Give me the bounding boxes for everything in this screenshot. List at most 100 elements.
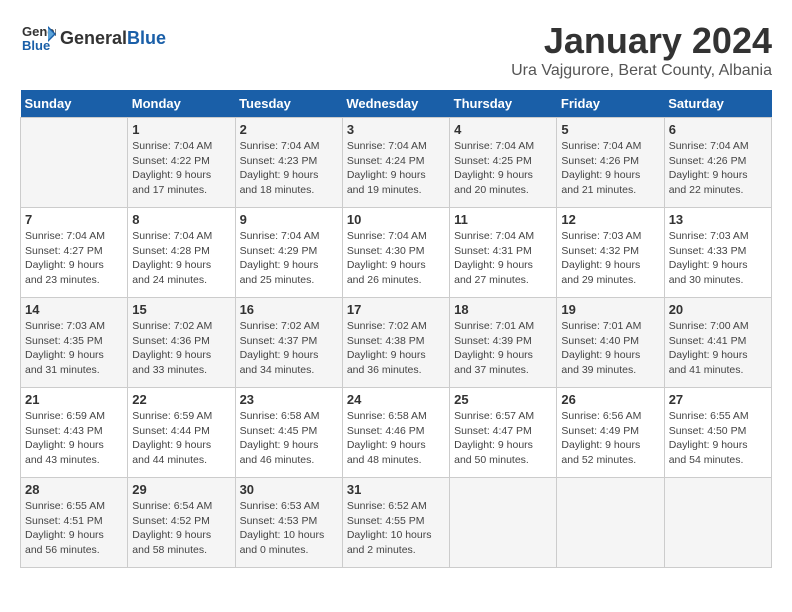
day-info: Sunrise: 7:04 AM Sunset: 4:31 PM Dayligh… [454, 229, 552, 288]
calendar-cell: 7Sunrise: 7:04 AM Sunset: 4:27 PM Daylig… [21, 208, 128, 298]
weekday-header-tuesday: Tuesday [235, 90, 342, 118]
logo: General Blue General Blue [20, 20, 166, 56]
calendar-cell: 10Sunrise: 7:04 AM Sunset: 4:30 PM Dayli… [342, 208, 449, 298]
day-number: 5 [561, 122, 659, 137]
calendar-cell [21, 118, 128, 208]
header: General Blue General Blue January 2024 Ur… [20, 20, 772, 80]
day-info: Sunrise: 7:04 AM Sunset: 4:22 PM Dayligh… [132, 139, 230, 198]
svg-text:Blue: Blue [22, 38, 50, 53]
day-info: Sunrise: 7:02 AM Sunset: 4:38 PM Dayligh… [347, 319, 445, 378]
logo-icon: General Blue [20, 20, 56, 56]
day-number: 22 [132, 392, 230, 407]
day-number: 3 [347, 122, 445, 137]
day-number: 21 [25, 392, 123, 407]
calendar-body: 1 Sunrise: 7:04 AM Sunset: 4:22 PM Daylig… [21, 118, 772, 568]
day-number: 18 [454, 302, 552, 317]
day-info: Sunrise: 7:04 AM Sunset: 4:25 PM Dayligh… [454, 139, 552, 198]
day-info: Sunrise: 6:59 AM Sunset: 4:44 PM Dayligh… [132, 409, 230, 468]
calendar-cell [450, 478, 557, 568]
calendar-cell: 1 Sunrise: 7:04 AM Sunset: 4:22 PM Daylig… [128, 118, 235, 208]
day-number: 6 [669, 122, 767, 137]
calendar-cell: 22 Sunrise: 6:59 AM Sunset: 4:44 PM Dayli… [128, 388, 235, 478]
day-info: Sunrise: 7:04 AM Sunset: 4:29 PM Dayligh… [240, 229, 338, 288]
calendar-cell: 11 Sunrise: 7:04 AM Sunset: 4:31 PM Dayli… [450, 208, 557, 298]
calendar-cell: 17 Sunrise: 7:02 AM Sunset: 4:38 PM Dayli… [342, 298, 449, 388]
day-number: 11 [454, 212, 552, 227]
day-info: Sunrise: 6:54 AM Sunset: 4:52 PM Dayligh… [132, 499, 230, 558]
day-info: Sunrise: 7:01 AM Sunset: 4:39 PM Dayligh… [454, 319, 552, 378]
day-info: Sunrise: 7:02 AM Sunset: 4:37 PM Dayligh… [240, 319, 338, 378]
day-info: Sunrise: 7:04 AM Sunset: 4:27 PM Dayligh… [25, 229, 123, 288]
calendar-cell: 19 Sunrise: 7:01 AM Sunset: 4:40 PM Dayli… [557, 298, 664, 388]
title-area: January 2024 Ura Vajgurore, Berat County… [511, 20, 772, 80]
day-info: Sunrise: 6:53 AM Sunset: 4:53 PM Dayligh… [240, 499, 338, 558]
calendar-cell: 2 Sunrise: 7:04 AM Sunset: 4:23 PM Daylig… [235, 118, 342, 208]
day-number: 2 [240, 122, 338, 137]
weekday-header-saturday: Saturday [664, 90, 771, 118]
day-number: 17 [347, 302, 445, 317]
calendar-cell: 31Sunrise: 6:52 AM Sunset: 4:55 PM Dayli… [342, 478, 449, 568]
day-number: 28 [25, 482, 123, 497]
day-info: Sunrise: 7:04 AM Sunset: 4:26 PM Dayligh… [561, 139, 659, 198]
day-number: 14 [25, 302, 123, 317]
week-row-5: 28Sunrise: 6:55 AM Sunset: 4:51 PM Dayli… [21, 478, 772, 568]
calendar-cell: 29 Sunrise: 6:54 AM Sunset: 4:52 PM Dayli… [128, 478, 235, 568]
calendar-cell: 27Sunrise: 6:55 AM Sunset: 4:50 PM Dayli… [664, 388, 771, 478]
day-number: 12 [561, 212, 659, 227]
calendar-cell: 16 Sunrise: 7:02 AM Sunset: 4:37 PM Dayli… [235, 298, 342, 388]
day-info: Sunrise: 6:57 AM Sunset: 4:47 PM Dayligh… [454, 409, 552, 468]
day-number: 20 [669, 302, 767, 317]
day-number: 13 [669, 212, 767, 227]
day-info: Sunrise: 7:01 AM Sunset: 4:40 PM Dayligh… [561, 319, 659, 378]
calendar-cell: 14 Sunrise: 7:03 AM Sunset: 4:35 PM Dayli… [21, 298, 128, 388]
calendar-cell: 28Sunrise: 6:55 AM Sunset: 4:51 PM Dayli… [21, 478, 128, 568]
day-number: 30 [240, 482, 338, 497]
calendar-cell: 26 Sunrise: 6:56 AM Sunset: 4:49 PM Dayli… [557, 388, 664, 478]
day-info: Sunrise: 7:04 AM Sunset: 4:26 PM Dayligh… [669, 139, 767, 198]
calendar-cell [664, 478, 771, 568]
day-info: Sunrise: 6:58 AM Sunset: 4:46 PM Dayligh… [347, 409, 445, 468]
day-info: Sunrise: 6:56 AM Sunset: 4:49 PM Dayligh… [561, 409, 659, 468]
weekday-row: SundayMondayTuesdayWednesdayThursdayFrid… [21, 90, 772, 118]
day-info: Sunrise: 7:02 AM Sunset: 4:36 PM Dayligh… [132, 319, 230, 378]
day-number: 19 [561, 302, 659, 317]
calendar-cell: 20 Sunrise: 7:00 AM Sunset: 4:41 PM Dayli… [664, 298, 771, 388]
day-info: Sunrise: 7:04 AM Sunset: 4:23 PM Dayligh… [240, 139, 338, 198]
calendar-cell: 13 Sunrise: 7:03 AM Sunset: 4:33 PM Dayli… [664, 208, 771, 298]
weekday-header-friday: Friday [557, 90, 664, 118]
day-number: 4 [454, 122, 552, 137]
day-number: 23 [240, 392, 338, 407]
calendar-cell: 24 Sunrise: 6:58 AM Sunset: 4:46 PM Dayli… [342, 388, 449, 478]
weekday-header-wednesday: Wednesday [342, 90, 449, 118]
day-number: 10 [347, 212, 445, 227]
calendar-cell: 4 Sunrise: 7:04 AM Sunset: 4:25 PM Daylig… [450, 118, 557, 208]
day-number: 24 [347, 392, 445, 407]
day-number: 31 [347, 482, 445, 497]
calendar-cell: 15 Sunrise: 7:02 AM Sunset: 4:36 PM Dayli… [128, 298, 235, 388]
day-number: 29 [132, 482, 230, 497]
logo-text-general: General [60, 28, 127, 49]
calendar-cell: 23 Sunrise: 6:58 AM Sunset: 4:45 PM Dayli… [235, 388, 342, 478]
day-info: Sunrise: 7:03 AM Sunset: 4:32 PM Dayligh… [561, 229, 659, 288]
day-info: Sunrise: 6:58 AM Sunset: 4:45 PM Dayligh… [240, 409, 338, 468]
day-number: 1 [132, 122, 230, 137]
week-row-3: 14 Sunrise: 7:03 AM Sunset: 4:35 PM Dayli… [21, 298, 772, 388]
day-number: 16 [240, 302, 338, 317]
day-number: 26 [561, 392, 659, 407]
calendar: SundayMondayTuesdayWednesdayThursdayFrid… [20, 90, 772, 568]
day-info: Sunrise: 7:03 AM Sunset: 4:33 PM Dayligh… [669, 229, 767, 288]
week-row-1: 1 Sunrise: 7:04 AM Sunset: 4:22 PM Daylig… [21, 118, 772, 208]
calendar-cell [557, 478, 664, 568]
day-number: 15 [132, 302, 230, 317]
day-info: Sunrise: 7:04 AM Sunset: 4:28 PM Dayligh… [132, 229, 230, 288]
day-number: 9 [240, 212, 338, 227]
calendar-cell: 9 Sunrise: 7:04 AM Sunset: 4:29 PM Daylig… [235, 208, 342, 298]
day-info: Sunrise: 7:04 AM Sunset: 4:24 PM Dayligh… [347, 139, 445, 198]
weekday-header-thursday: Thursday [450, 90, 557, 118]
calendar-header: SundayMondayTuesdayWednesdayThursdayFrid… [21, 90, 772, 118]
day-info: Sunrise: 7:03 AM Sunset: 4:35 PM Dayligh… [25, 319, 123, 378]
weekday-header-monday: Monday [128, 90, 235, 118]
calendar-cell: 12 Sunrise: 7:03 AM Sunset: 4:32 PM Dayli… [557, 208, 664, 298]
day-info: Sunrise: 7:00 AM Sunset: 4:41 PM Dayligh… [669, 319, 767, 378]
day-info: Sunrise: 6:55 AM Sunset: 4:50 PM Dayligh… [669, 409, 767, 468]
